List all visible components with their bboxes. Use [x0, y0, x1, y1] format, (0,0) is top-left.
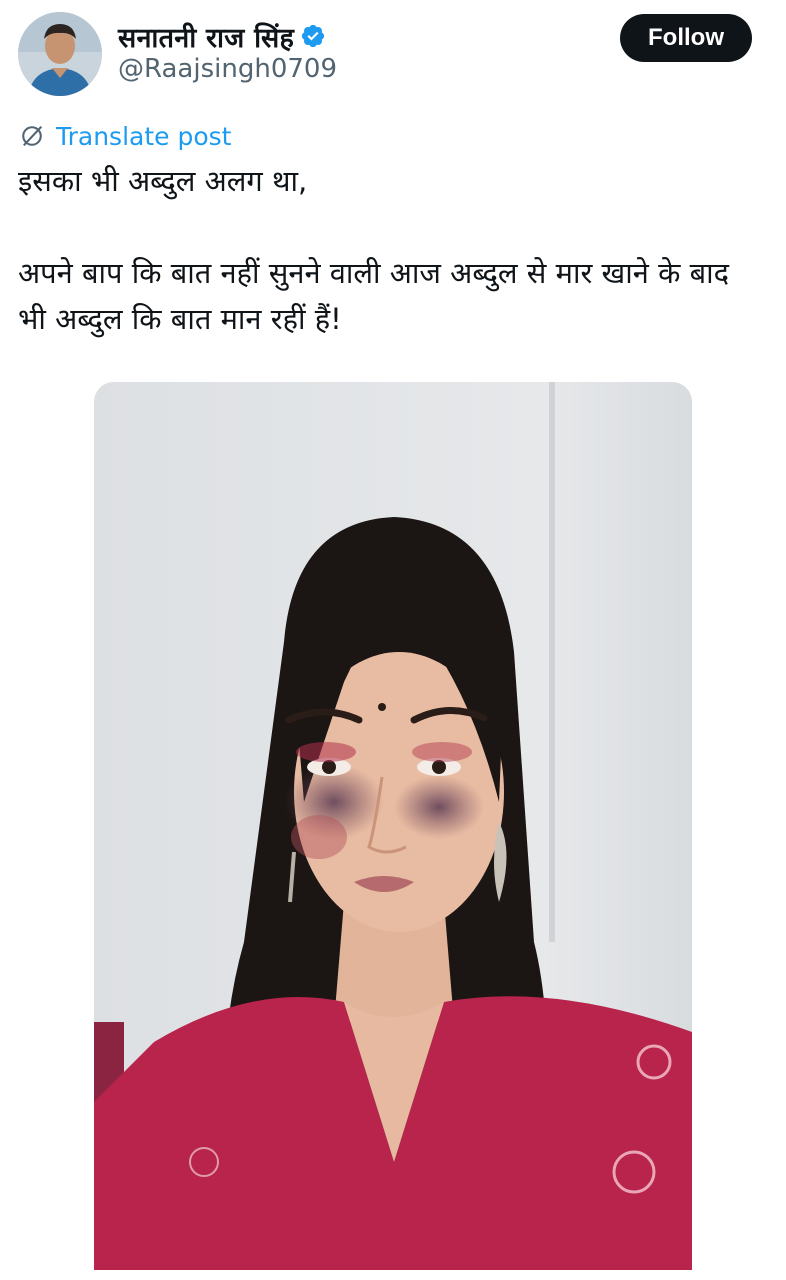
avatar-image: [18, 12, 102, 96]
photo-image: [94, 382, 692, 1272]
follow-button[interactable]: Follow: [620, 14, 752, 62]
avatar[interactable]: [18, 12, 102, 96]
post-text-line: भी अब्दुल कि बात मान रहीं हैं!: [18, 302, 342, 336]
post-text-line: अपने बाप कि बात नहीं सुनने वाली आज अब्दु…: [18, 256, 730, 290]
author-handle[interactable]: @Raajsingh0709: [118, 54, 337, 84]
translate-post-label: Translate post: [56, 121, 232, 151]
tweet-header: सनातनी राज सिंह @Raajsingh0709 Follow: [0, 0, 786, 110]
translate-icon: [22, 125, 43, 147]
display-name[interactable]: सनातनी राज सिंह: [118, 18, 294, 55]
post-text-line: इसका भी अब्दुल अलग था,: [18, 164, 308, 198]
display-name-row: सनातनी राज सिंह: [118, 16, 326, 56]
post-text: इसका भी अब्दुल अलग था, अपने बाप कि बात न…: [18, 158, 778, 342]
post-photo[interactable]: [94, 382, 692, 1272]
translate-post-link[interactable]: Translate post: [18, 118, 231, 154]
verified-badge-icon: [301, 24, 325, 48]
divider: [0, 1270, 786, 1280]
